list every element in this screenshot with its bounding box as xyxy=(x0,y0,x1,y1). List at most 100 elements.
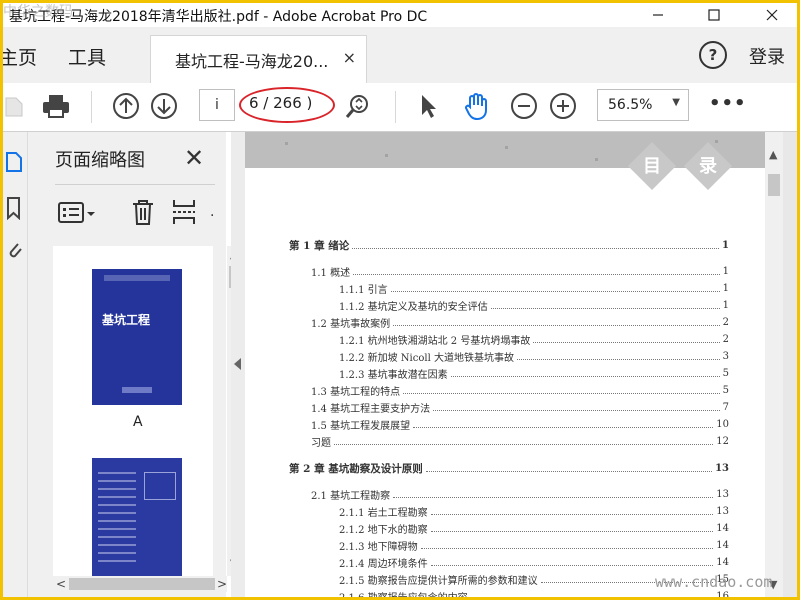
toc-entry-title: 1.2.3 基坑事故潜在因素 xyxy=(339,369,448,381)
zoom-in-button[interactable] xyxy=(548,91,578,121)
select-tool-button[interactable] xyxy=(415,91,441,121)
text-line xyxy=(98,560,136,562)
thumbnail-options-icon[interactable] xyxy=(57,200,97,226)
bookmark-icon[interactable] xyxy=(5,196,23,220)
toc-entry-title: 2.1.4 周边环境条件 xyxy=(339,558,428,570)
toc-row: 2.1 基坑工程勘察 13 xyxy=(311,487,729,502)
toc-page-number: 1 xyxy=(722,265,729,277)
cover-title: 基坑工程 xyxy=(102,313,151,327)
toc-leader-dots xyxy=(393,490,714,498)
collapse-panel-icon[interactable] xyxy=(234,358,241,370)
title-watermark: 中华之数码 xyxy=(3,4,73,20)
thumbnails-panel: 页面缩略图 ✕ . 基坑工程 A < > xyxy=(28,132,243,597)
page-thumbnail-back-cover[interactable] xyxy=(92,458,182,576)
help-button[interactable]: ? xyxy=(699,41,727,69)
home-menu[interactable]: 主页 xyxy=(3,43,37,70)
save-button[interactable] xyxy=(3,91,25,121)
toc-entry-title: 2.1 基坑工程勘察 xyxy=(311,490,391,502)
scroll-thumb[interactable] xyxy=(768,174,780,196)
app-window: 基坑工程-马海龙2018年清华出版社.pdf - Adobe Acrobat P… xyxy=(0,0,800,600)
toc-entry-title: 1.4 基坑工程主要支护方法 xyxy=(311,403,431,415)
toc-row: 1.2.2 新加坡 Nicoll 大道地铁基坑事故 3 xyxy=(339,349,729,364)
zoom-out-icon xyxy=(511,93,537,119)
toc-row: 2.1.4 周边环境条件 14 xyxy=(339,555,729,570)
toc-row: 2.1.1 岩土工程勘察 13 xyxy=(339,504,729,519)
right-pane-strip xyxy=(783,132,797,597)
site-watermark: www.cndao.com xyxy=(655,573,773,591)
print-button[interactable] xyxy=(41,91,71,121)
delete-page-icon[interactable] xyxy=(130,198,156,226)
close-window-button[interactable] xyxy=(749,3,795,27)
toc-page-number: 13 xyxy=(715,462,729,474)
scroll-up-icon[interactable]: ▲ xyxy=(769,148,777,161)
document-scrollbar[interactable]: ▲ ▼ xyxy=(765,132,783,597)
scroll-thumb[interactable] xyxy=(69,578,215,590)
scroll-right-icon[interactable]: > xyxy=(217,577,227,591)
toc-entry-title: 2.1.6 勘察报告应包含的内容 xyxy=(339,589,468,598)
maximize-button[interactable] xyxy=(691,3,737,27)
attachment-icon[interactable] xyxy=(5,238,23,262)
document-tab[interactable]: 基坑工程-马海龙20... × xyxy=(150,35,367,84)
toc-entry-title: 2.1.1 岩土工程勘察 xyxy=(339,507,428,519)
toc-page-number: 5 xyxy=(722,367,729,379)
toc-entry-title: 习题 xyxy=(311,437,331,449)
toc-leader-dots xyxy=(420,541,714,549)
page-thumbnail-cover[interactable]: 基坑工程 xyxy=(92,269,182,405)
text-line xyxy=(98,552,136,554)
toc-page-number: 7 xyxy=(722,401,729,413)
text-line xyxy=(98,528,136,530)
login-button[interactable]: 登录 xyxy=(749,43,785,69)
toc-leader-dots xyxy=(393,318,720,326)
page-number-input[interactable]: i xyxy=(199,89,235,121)
zoom-out-button[interactable] xyxy=(509,91,539,121)
maximize-icon xyxy=(708,9,720,21)
more-tools-button[interactable]: ••• xyxy=(709,93,747,114)
close-icon xyxy=(766,9,778,21)
toc-entry-title: 1.1 概述 xyxy=(311,267,351,279)
page-up-icon xyxy=(113,93,139,119)
close-panel-icon[interactable]: ✕ xyxy=(184,144,204,172)
toc-chapter-row: 第 2 章 基坑勘察及设计原则 13 xyxy=(289,461,729,475)
text-line xyxy=(98,496,136,498)
insert-page-icon[interactable] xyxy=(171,198,197,226)
hand-tool-button[interactable] xyxy=(461,91,493,121)
next-page-button[interactable] xyxy=(149,91,179,121)
table-of-contents: 第 1 章 绪论 1 1.1 概述 1 1.1.1 引言 1 1.1.2 基坑定义及基坑的安… xyxy=(245,132,765,598)
text-line xyxy=(98,520,136,522)
zoom-value: 56.5% xyxy=(608,97,653,113)
toc-entry-title: 1.5 基坑工程发展展望 xyxy=(311,420,411,432)
text-line xyxy=(98,472,136,474)
thumbnail-horizontal-scrollbar[interactable]: < > xyxy=(53,576,227,592)
hand-tool-icon xyxy=(465,93,487,121)
page-thumbnails-icon[interactable] xyxy=(5,150,23,174)
toolbar-separator xyxy=(91,91,92,123)
thumbnail-list[interactable]: 基坑工程 A xyxy=(53,246,213,576)
zoom-marquee-button[interactable] xyxy=(343,91,373,121)
panel-splitter[interactable] xyxy=(231,132,245,597)
page-down-icon xyxy=(151,93,177,119)
toc-page-number: 13 xyxy=(716,488,729,500)
tab-close-icon[interactable]: × xyxy=(343,48,356,67)
zoom-in-icon xyxy=(550,93,576,119)
minimize-button[interactable] xyxy=(635,3,681,27)
scroll-left-icon[interactable]: < xyxy=(56,577,66,591)
text-line xyxy=(98,536,136,538)
toc-page-number: 1 xyxy=(722,282,729,294)
toc-entry-title: 1.2.1 杭州地铁湘湖站北 2 号基坑坍塌事故 xyxy=(339,335,531,347)
toc-leader-dots xyxy=(430,558,714,566)
toc-page-number: 2 xyxy=(722,333,729,345)
text-line xyxy=(98,504,136,506)
toc-entry-title: 2.1.3 地下障碍物 xyxy=(339,541,418,553)
menu-bar: 主页 工具 基坑工程-马海龙20... × ? 登录 xyxy=(3,27,797,84)
zoom-level-select[interactable]: 56.5% ▼ xyxy=(597,89,689,121)
toc-row: 2.1.3 地下障碍物 14 xyxy=(339,538,729,553)
tools-menu[interactable]: 工具 xyxy=(68,43,106,70)
toc-page-number: 16 xyxy=(716,590,729,598)
previous-page-button[interactable] xyxy=(111,91,141,121)
toc-leader-dots xyxy=(533,335,720,343)
document-view[interactable]: 目 录 第 1 章 绪论 1 1.1 概述 1 1.1.1 引言 1 1.1.2 基坑定义及… xyxy=(245,132,765,597)
thumbnail-page-label: A xyxy=(133,414,143,430)
more-options-icon[interactable]: . xyxy=(210,204,214,220)
toc-leader-dots xyxy=(334,437,714,445)
toc-page-number: 12 xyxy=(716,435,729,447)
